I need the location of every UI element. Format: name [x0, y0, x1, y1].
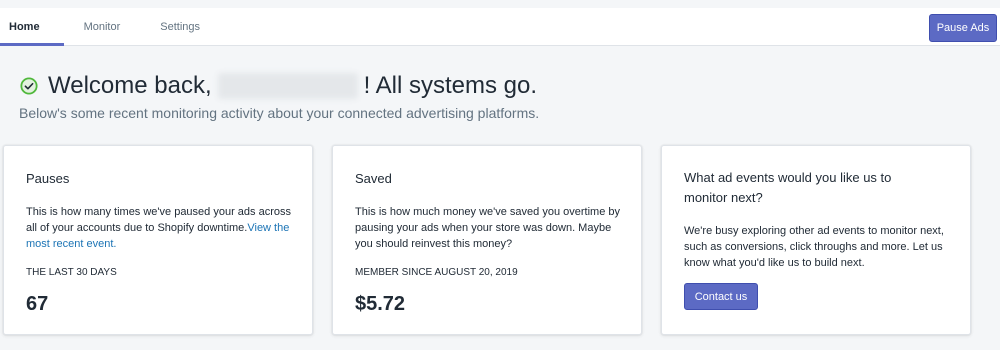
page-subtitle: Below's some recent monitoring activity …	[19, 105, 540, 121]
card-title: Saved	[355, 171, 392, 186]
card-label: MEMBER SINCE AUGUST 20, 2019	[355, 267, 518, 278]
card-description: This is how many times we've paused your…	[26, 206, 291, 250]
saved-amount: $5.72	[355, 293, 406, 315]
check-circle-icon	[20, 77, 38, 95]
pauses-card: Pauses This is how many times we've paus…	[3, 145, 313, 335]
contact-us-button[interactable]: Contact us	[684, 283, 758, 310]
welcome-heading: Welcome back, ! All systems go.	[20, 72, 537, 100]
pause-ads-button[interactable]: Pause Ads	[929, 14, 997, 42]
pauses-count: 67	[26, 293, 49, 315]
redacted-user-name	[217, 73, 358, 99]
top-nav-bar: Home Monitor Settings Pause Ads	[0, 8, 1000, 46]
card-description: We're busy exploring other ad events to …	[684, 225, 944, 269]
card-title: Pauses	[26, 171, 70, 186]
card-description: This is how much money we've saved you o…	[355, 206, 620, 250]
card-title: What ad events would you like us to moni…	[684, 170, 892, 205]
welcome-suffix: ! All systems go.	[363, 72, 538, 99]
tab-monitor[interactable]: Monitor	[64, 8, 141, 46]
tab-settings[interactable]: Settings	[140, 8, 220, 46]
feedback-card: What ad events would you like us to moni…	[661, 145, 971, 335]
welcome-prefix: Welcome back,	[48, 72, 212, 99]
card-label: THE LAST 30 DAYS	[26, 267, 117, 278]
tab-home[interactable]: Home	[0, 8, 64, 46]
tab-list: Home Monitor Settings	[0, 8, 1000, 46]
saved-card: Saved This is how much money we've saved…	[332, 145, 642, 335]
